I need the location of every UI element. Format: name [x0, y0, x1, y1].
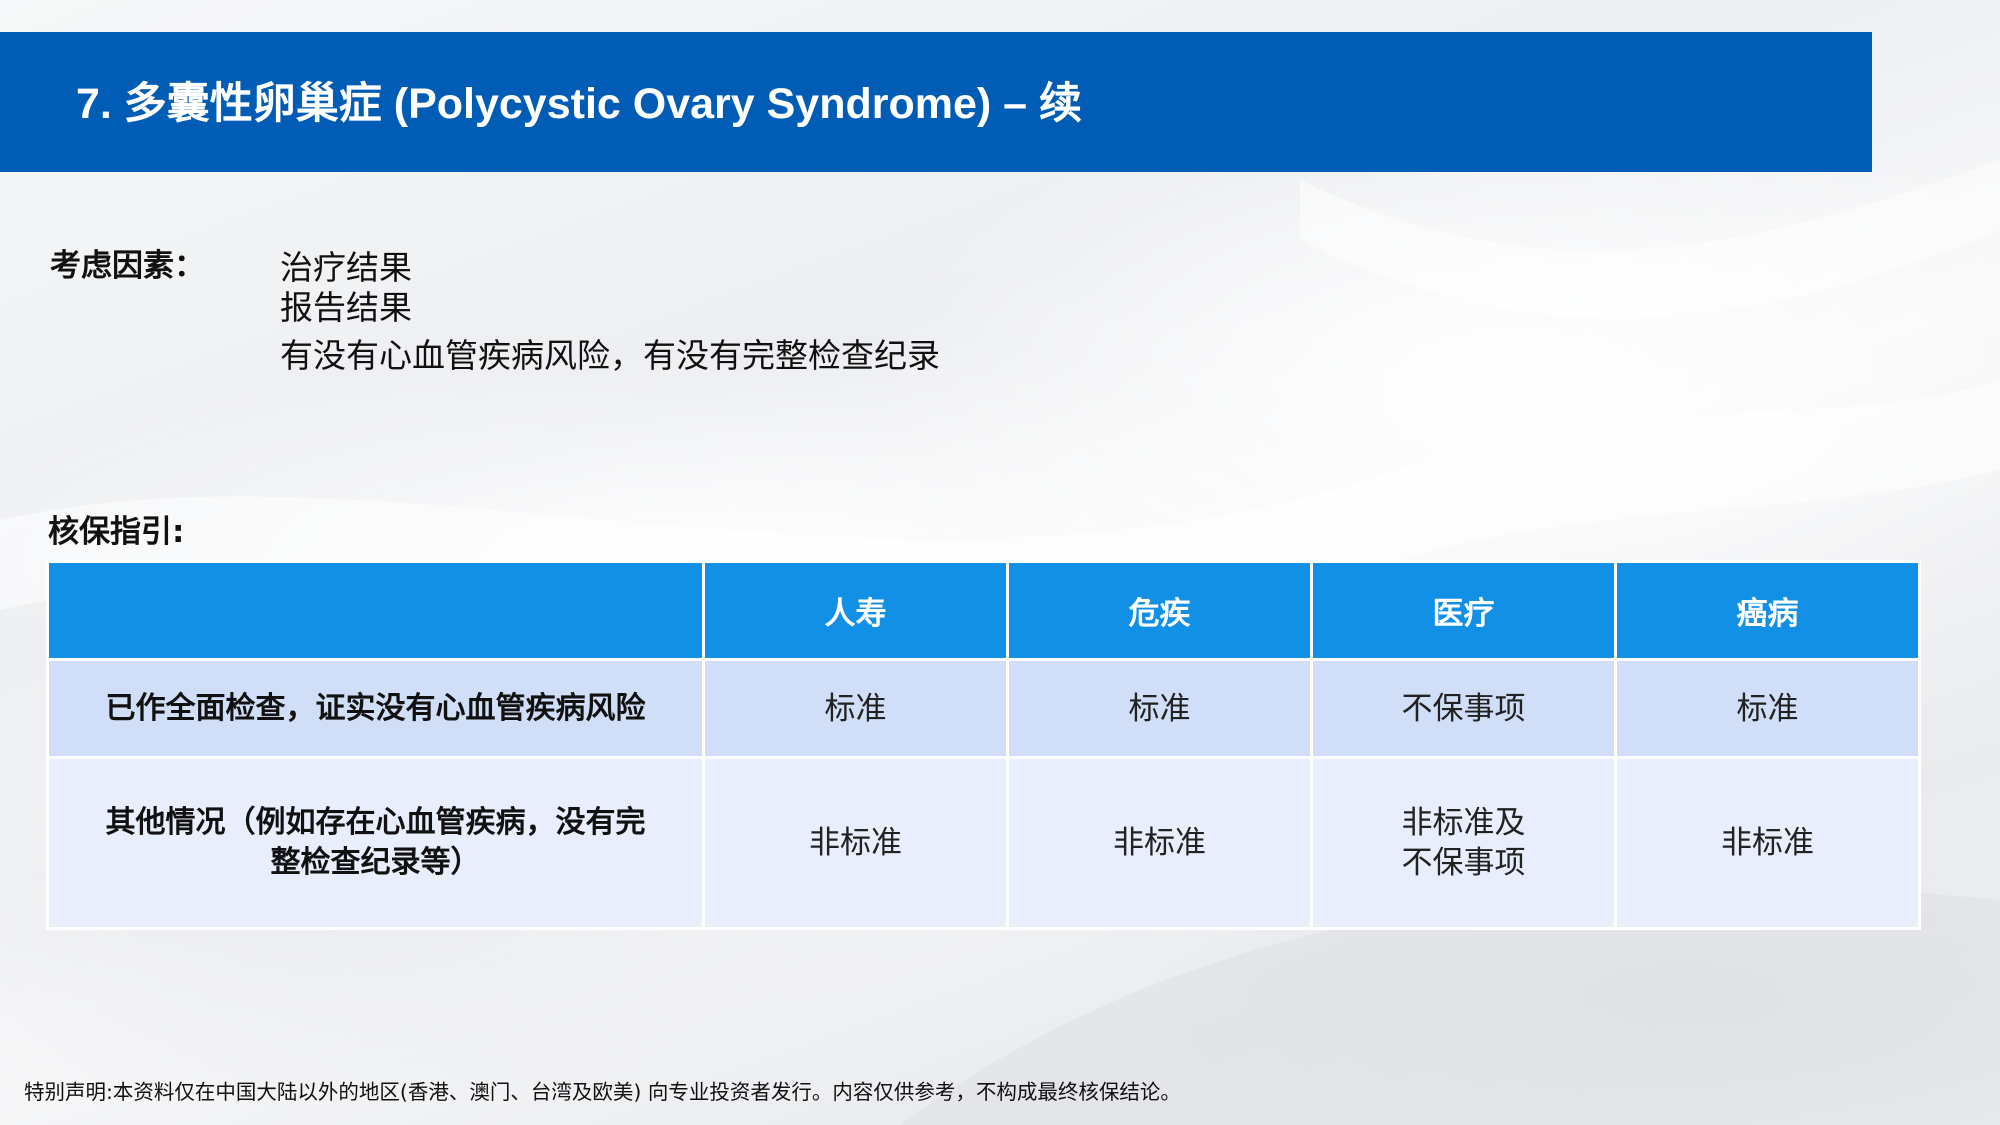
header-cell-medical: 医疗 [1310, 560, 1617, 661]
factor-item: 治疗结果 [280, 248, 412, 287]
cell-cancer: 标准 [1614, 658, 1921, 759]
header-cell-empty [46, 560, 705, 661]
factors-list: 治疗结果 报告结果 有没有心血管疾病风险，有没有完整检查纪录 [280, 248, 940, 376]
header-cell-critical-illness: 危疾 [1006, 560, 1313, 661]
header-cell-life: 人寿 [702, 560, 1009, 661]
page-title: 7. 多囊性卵巢症 (Polycystic Ovary Syndrome) – … [76, 80, 1083, 128]
cell-medical-line: 不保事项 [1401, 845, 1526, 881]
guidance-label: 核保指引: [48, 514, 185, 550]
cell-critical-illness: 标准 [1006, 658, 1313, 759]
factor-item: 有没有心血管疾病风险，有没有完整检查纪录 [280, 336, 940, 375]
factor-item: 报告结果 [280, 288, 412, 327]
cell-medical: 非标准及 不保事项 [1310, 756, 1617, 930]
table-header-row: 人寿 危疾 医疗 癌病 [46, 560, 1921, 661]
cell-medical-line: 非标准及 [1401, 805, 1526, 841]
cell-life: 非标准 [702, 756, 1009, 930]
cell-critical-illness: 非标准 [1006, 756, 1313, 930]
disclaimer: 特别声明:本资料仅在中国大陆以外的地区(香港、澳门、台湾及欧美) 向专业投资者发… [24, 1080, 1181, 1104]
table-row: 已作全面检查，证实没有心血管疾病风险 标准 标准 不保事项 标准 [46, 658, 1921, 759]
cell-life: 标准 [702, 658, 1009, 759]
row-condition: 其他情况（例如存在心血管疾病，没有完 整检查纪录等） [46, 756, 705, 930]
underwriting-table: 人寿 危疾 医疗 癌病 已作全面检查，证实没有心血管疾病风险 标准 标准 不保事… [46, 560, 1921, 930]
cell-cancer: 非标准 [1614, 756, 1921, 930]
row-condition: 已作全面检查，证实没有心血管疾病风险 [46, 658, 705, 759]
factors-label: 考虑因素： [50, 248, 205, 284]
header-cell-cancer: 癌病 [1614, 560, 1921, 661]
cell-medical: 不保事项 [1310, 658, 1617, 759]
row-condition-line: 其他情况（例如存在心血管疾病，没有完 [105, 805, 646, 840]
row-condition-line: 整检查纪录等） [270, 845, 481, 880]
table-row: 其他情况（例如存在心血管疾病，没有完 整检查纪录等） 非标准 非标准 非标准及 … [46, 756, 1921, 930]
